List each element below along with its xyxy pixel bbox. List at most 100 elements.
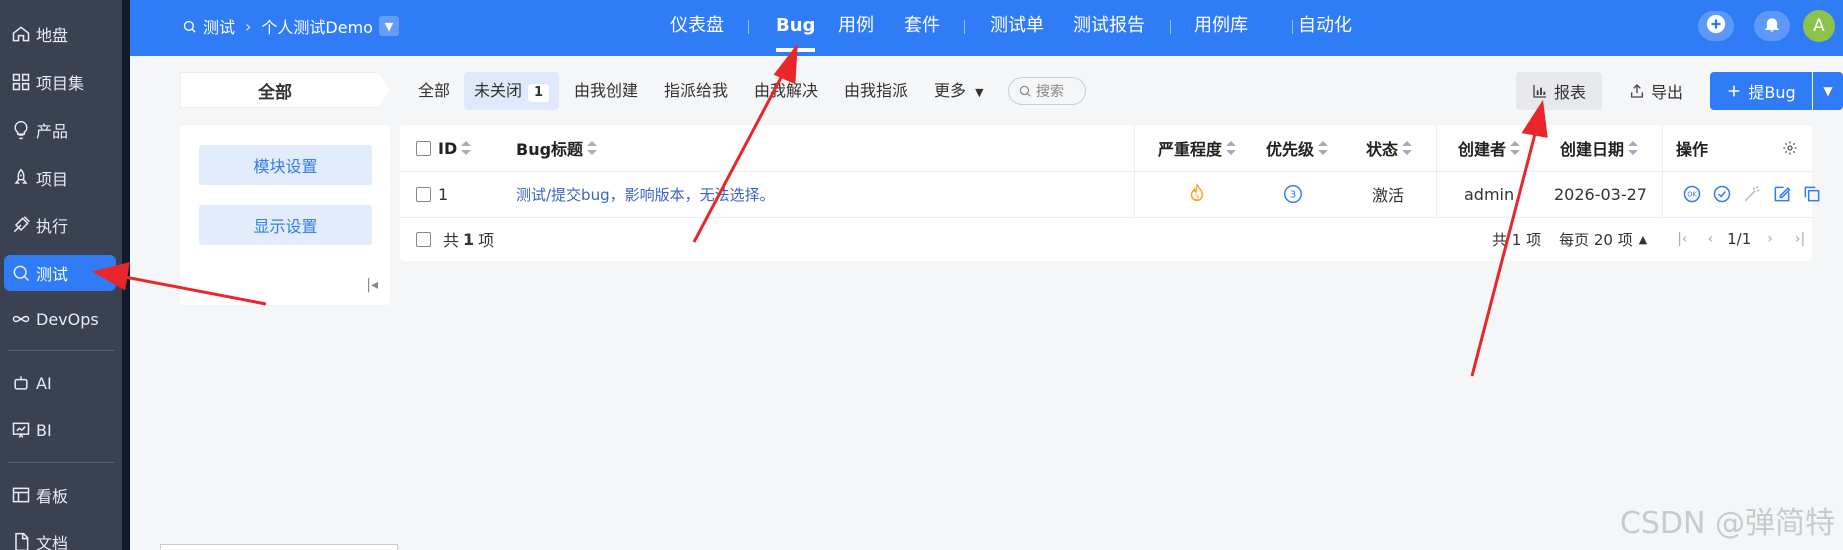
per-page-select[interactable]: 每页 20 项 xyxy=(1559,229,1633,250)
sidebar-item-label: AI xyxy=(36,373,52,393)
sidebar-item-program[interactable]: 项目集 xyxy=(4,64,116,100)
cell-title-link[interactable]: 测试/提交bug，影响版本，无法选择。 xyxy=(516,171,775,217)
chevron-down-icon[interactable]: ▼ xyxy=(378,16,399,36)
last-page-icon[interactable]: ›| xyxy=(1795,231,1805,247)
col-priority[interactable]: 优先级 xyxy=(1266,125,1329,171)
wand-icon[interactable] xyxy=(1742,184,1762,204)
breadcrumb-project[interactable]: 个人测试Demo xyxy=(261,14,373,38)
module-settings-button[interactable]: 模块设置 xyxy=(199,145,372,185)
filter-more[interactable]: 更多 ▼ xyxy=(934,72,984,110)
resolve-icon[interactable] xyxy=(1712,184,1732,204)
breadcrumb: 测试 › 个人测试Demo ▼ xyxy=(182,0,399,52)
filter-assigned-to-me[interactable]: 指派给我 xyxy=(664,72,728,110)
export-button[interactable]: 导出 xyxy=(1620,72,1692,110)
first-page-icon[interactable]: |‹ xyxy=(1677,231,1687,247)
sidebar-item-devops[interactable]: DevOps xyxy=(4,301,116,337)
grid-icon xyxy=(10,71,32,93)
col-header-label: 状态 xyxy=(1366,140,1399,159)
module-all-tab[interactable]: 全部 xyxy=(180,72,390,108)
rocket-icon xyxy=(10,167,32,189)
search-icon xyxy=(1018,84,1036,98)
filter-resolved-by-me[interactable]: 由我解决 xyxy=(754,72,818,110)
nav-testreport[interactable]: 测试报告 xyxy=(1073,0,1145,52)
severity-value: 3 xyxy=(1195,193,1200,202)
watermark: CSDN @弹简特 xyxy=(1619,506,1835,541)
col-id[interactable]: ID xyxy=(438,125,472,171)
sidebar-item-label: 测试 xyxy=(36,265,69,284)
cell-creator: admin xyxy=(1464,184,1515,204)
export-label: 导出 xyxy=(1650,83,1683,102)
run-icon xyxy=(10,214,32,236)
sidebar-item-product[interactable]: 产品 xyxy=(4,112,116,148)
sidebar-item-label: 项目集 xyxy=(36,74,85,93)
filter-assigned-by-me[interactable]: 由我指派 xyxy=(844,72,908,110)
gear-icon[interactable] xyxy=(1782,125,1798,171)
nav-testtask[interactable]: 测试单 xyxy=(990,0,1044,52)
nav-bug[interactable]: Bug xyxy=(776,0,816,52)
nav-dashboard[interactable]: 仪表盘 xyxy=(670,0,724,52)
col-status[interactable]: 状态 xyxy=(1366,125,1413,171)
pager-total: 共 1 项 xyxy=(1492,230,1542,249)
chevron-up-icon[interactable]: ▲ xyxy=(1639,233,1647,246)
prev-page-icon[interactable]: ‹ xyxy=(1708,231,1714,247)
breadcrumb-module[interactable]: 测试 xyxy=(203,14,235,38)
total-suffix: 项 xyxy=(478,231,495,250)
nav-automation[interactable]: 自动化 xyxy=(1298,0,1352,52)
robot-icon xyxy=(10,372,32,394)
nav-divider xyxy=(964,20,965,34)
search-button[interactable]: 搜索 xyxy=(1008,77,1086,105)
select-all-checkbox[interactable] xyxy=(416,125,431,171)
copy-icon[interactable] xyxy=(1802,184,1822,204)
chart-icon xyxy=(10,419,32,441)
col-divider xyxy=(1436,125,1437,217)
nav-caselib[interactable]: 用例库 xyxy=(1194,0,1248,52)
sidebar-item-ai[interactable]: AI xyxy=(4,365,116,401)
sidebar-item-label: 产品 xyxy=(36,122,69,141)
bulb-icon xyxy=(10,119,32,141)
col-severity[interactable]: 严重程度 xyxy=(1158,125,1237,171)
sort-icon xyxy=(1402,141,1413,155)
col-creator[interactable]: 创建者 xyxy=(1458,125,1521,171)
sidebar-item-label: DevOps xyxy=(36,309,99,329)
notification-button[interactable] xyxy=(1754,11,1790,41)
display-settings-button[interactable]: 显示设置 xyxy=(199,205,372,245)
sidebar-divider xyxy=(8,462,114,463)
cell-date: 2026-03-27 xyxy=(1554,184,1647,204)
sidebar-item-board[interactable]: 看板 xyxy=(4,477,116,513)
row-checkbox[interactable] xyxy=(416,171,431,217)
avatar[interactable]: A xyxy=(1803,10,1835,42)
sidebar-item-test[interactable]: 测试 xyxy=(4,255,116,291)
filter-created-by-me[interactable]: 由我创建 xyxy=(574,72,638,110)
nav-suite[interactable]: 套件 xyxy=(904,0,940,52)
filter-unclosed[interactable]: 未关闭 1 xyxy=(464,72,560,110)
next-page-icon[interactable]: › xyxy=(1767,231,1773,247)
footer-checkbox[interactable] xyxy=(416,231,431,247)
board-icon xyxy=(10,484,32,506)
col-header-label: ID xyxy=(438,138,458,158)
add-bug-dropdown[interactable]: ▼ xyxy=(1813,72,1843,110)
sidebar-item-doc[interactable]: 文档 xyxy=(4,524,116,550)
module-panel: 模块设置 显示设置 |◂ xyxy=(180,125,390,305)
collapse-icon[interactable]: |◂ xyxy=(366,277,378,293)
sidebar: 地盘 项目集 产品 项目 执行 测试 DevOps AI BI 看板 文档 xyxy=(0,0,130,550)
create-button[interactable] xyxy=(1698,11,1734,41)
filter-all[interactable]: 全部 xyxy=(418,72,450,110)
infinity-icon xyxy=(10,308,32,330)
cell-id: 1 xyxy=(438,184,449,204)
report-button[interactable]: 报表 xyxy=(1516,72,1602,110)
add-bug-button[interactable]: 提Bug xyxy=(1710,72,1812,110)
sidebar-item-execution[interactable]: 执行 xyxy=(4,207,116,243)
col-title[interactable]: Bug标题 xyxy=(516,125,598,171)
top-navbar: 测试 › 个人测试Demo ▼ 仪表盘 Bug 用例 套件 测试单 测试报告 用… xyxy=(130,0,1843,56)
sidebar-item-project[interactable]: 项目 xyxy=(4,160,116,196)
edit-icon[interactable] xyxy=(1772,184,1792,204)
sidebar-item-home[interactable]: 地盘 xyxy=(4,16,116,52)
sidebar-item-bi[interactable]: BI xyxy=(4,412,116,448)
confirm-icon[interactable]: OK xyxy=(1682,184,1702,204)
count-badge: 1 xyxy=(528,84,550,102)
sort-icon xyxy=(1510,141,1521,155)
doc-icon xyxy=(10,531,32,550)
footer-select: 共 1 项 xyxy=(416,217,494,261)
nav-case[interactable]: 用例 xyxy=(838,0,874,52)
col-date[interactable]: 创建日期 xyxy=(1560,125,1639,171)
